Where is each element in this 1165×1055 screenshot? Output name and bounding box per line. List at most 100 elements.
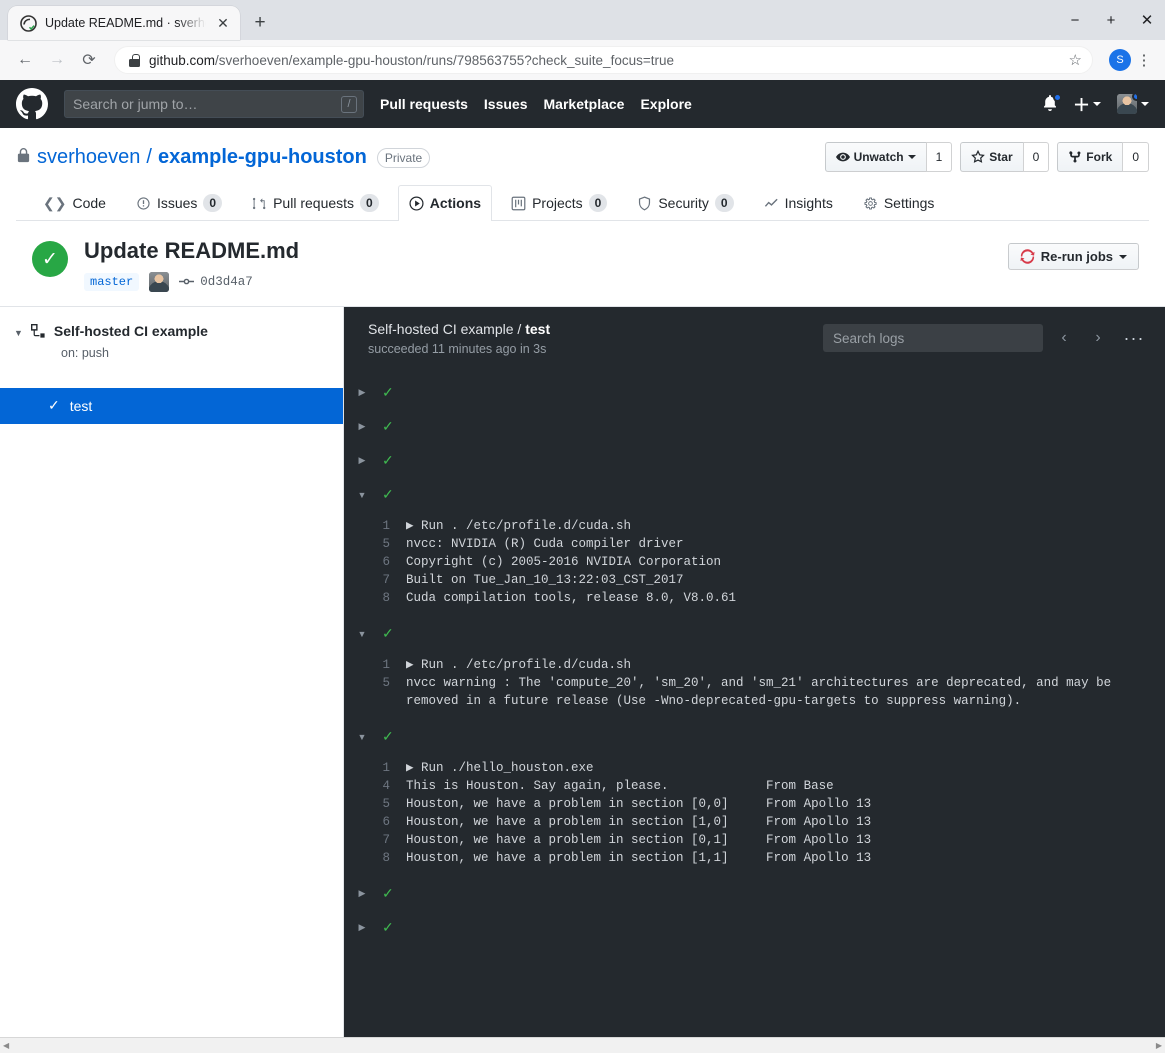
next-match-button[interactable]: › — [1085, 325, 1111, 351]
scroll-right-arrow-icon[interactable]: ▶ — [1156, 1041, 1162, 1050]
tab-issues[interactable]: Issues 0 — [125, 185, 233, 221]
new-tab-button[interactable]: + — [246, 9, 274, 37]
notifications-bell-icon[interactable] — [1042, 93, 1062, 113]
step-toggle-icon[interactable]: ▼ — [356, 732, 368, 742]
repo-name-link[interactable]: example-gpu-houston — [158, 146, 367, 169]
step-status-check-icon: ✓ — [382, 919, 394, 935]
rerun-jobs-button[interactable]: Re-run jobs — [1007, 243, 1139, 270]
tab-settings[interactable]: Settings — [852, 185, 946, 221]
fork-button[interactable]: Fork — [1057, 142, 1123, 172]
star-button-group: Star 0 — [960, 142, 1050, 172]
nav-issues[interactable]: Issues — [484, 96, 528, 112]
browser-tab[interactable]: Update README.md · sverhoe ✕ — [8, 6, 240, 40]
security-count: 0 — [714, 194, 734, 212]
prev-match-button[interactable]: ‹ — [1051, 325, 1077, 351]
browser-menu-icon[interactable]: ⋮ — [1133, 51, 1155, 69]
github-search-box[interactable]: Search or jump to… / — [64, 90, 364, 118]
tab-security[interactable]: Security 0 — [626, 185, 744, 221]
private-lock-icon — [16, 147, 31, 167]
watch-count[interactable]: 1 — [925, 142, 953, 172]
step-row[interactable]: ▶ ✓ — [344, 410, 1165, 444]
step-row[interactable]: ▶ ✓ — [344, 376, 1165, 410]
tab-insights[interactable]: Insights — [753, 185, 844, 221]
tab-code[interactable]: ❮❯ Code — [32, 185, 117, 221]
github-header: Search or jump to… / Pull requests Issue… — [0, 80, 1165, 128]
jobs-sidebar: ▼ Self-hosted CI example on: push ✓ test — [0, 306, 344, 1037]
tab-label: Actions — [429, 195, 482, 211]
nav-marketplace[interactable]: Marketplace — [544, 96, 625, 112]
step-toggle-icon[interactable]: ▶ — [356, 922, 368, 933]
star-button[interactable]: Star — [960, 142, 1023, 172]
step-row[interactable]: ▼ ✓ — [344, 720, 1165, 754]
forward-button[interactable]: → — [42, 45, 72, 75]
step-toggle-icon[interactable]: ▶ — [356, 455, 368, 466]
step-toggle-icon[interactable]: ▶ — [356, 421, 368, 432]
bookmark-star-icon[interactable]: ☆ — [1069, 51, 1082, 69]
close-window-button[interactable]: ✕ — [1129, 0, 1165, 40]
star-count[interactable]: 0 — [1022, 142, 1050, 172]
chevron-down-icon — [1093, 102, 1101, 106]
run-body: ▼ Self-hosted CI example on: push ✓ test — [0, 305, 1165, 1037]
nav-explore[interactable]: Explore — [640, 96, 691, 112]
job-status-check-icon: ✓ — [48, 397, 60, 413]
log-line-number: 5 — [382, 796, 390, 811]
avatar — [1117, 94, 1137, 114]
step-row[interactable]: ▶ ✓ — [344, 877, 1165, 911]
star-label: Star — [989, 150, 1013, 164]
search-logs-input[interactable] — [823, 324, 1043, 352]
log-line-text: Houston, we have a problem in section [0… — [406, 796, 872, 811]
fork-count[interactable]: 0 — [1122, 142, 1149, 172]
step-toggle-icon[interactable]: ▶ — [356, 888, 368, 899]
step-row[interactable]: ▼ ✓ — [344, 478, 1165, 512]
step-status-check-icon: ✓ — [382, 625, 394, 641]
collapse-triangle-icon[interactable]: ▼ — [14, 328, 23, 344]
unwatch-button[interactable]: Unwatch — [824, 142, 926, 172]
github-logo-icon[interactable] — [16, 88, 48, 120]
repo-owner-link[interactable]: sverhoeven — [37, 146, 140, 169]
reload-button[interactable]: ⟳ — [74, 45, 104, 75]
step-log-output: 1 ▶ Run . /etc/profile.d/cuda.sh 5 nvcc: NV… — [344, 512, 1165, 617]
step-toggle-icon[interactable]: ▼ — [356, 629, 368, 639]
step-toggle-icon[interactable]: ▼ — [356, 490, 368, 500]
logs-toolbar: ‹ › ··· — [823, 324, 1149, 352]
job-name: test — [69, 397, 93, 414]
sidebar-job-test[interactable]: ✓ test — [0, 387, 343, 424]
maximize-button[interactable]: + — [1093, 0, 1129, 40]
address-bar[interactable]: github.com/sverhoeven/example-gpu-housto… — [114, 46, 1093, 74]
log-line-number: 6 — [382, 814, 390, 829]
issues-count: 0 — [203, 194, 223, 212]
scroll-left-arrow-icon[interactable]: ◀ — [3, 1041, 9, 1050]
url-path: /sverhoeven/example-gpu-houston/runs/798… — [215, 52, 674, 68]
shield-icon — [637, 195, 652, 211]
repo-nav-tabs: ❮❯ Code Issues 0 Pull requests 0 Actions… — [16, 184, 1149, 221]
step-row[interactable]: ▶ ✓ — [344, 911, 1165, 945]
user-menu[interactable] — [1117, 94, 1149, 114]
step-status-check-icon: ✓ — [382, 384, 394, 400]
create-new-menu[interactable] — [1074, 97, 1101, 112]
step-row[interactable]: ▼ ✓ — [344, 617, 1165, 651]
browser-profile-avatar[interactable]: S — [1109, 49, 1131, 71]
minimize-button[interactable]: − — [1057, 0, 1093, 40]
horizontal-scrollbar[interactable]: ◀ ▶ — [0, 1036, 1165, 1053]
tab-close-icon[interactable]: ✕ — [214, 14, 232, 32]
step-status-check-icon: ✓ — [382, 452, 394, 468]
plus-icon — [1074, 97, 1089, 111]
run-meta: master 0d3d4a7 — [84, 271, 299, 292]
step-toggle-icon[interactable]: ▶ — [356, 387, 368, 398]
log-line-text: ▶ Run ./hello_houston.exe — [406, 760, 594, 775]
browser-window: Update README.md · sverhoe ✕ + − + ✕ ← →… — [0, 0, 1165, 1055]
commit-ref[interactable]: 0d3d4a7 — [179, 274, 253, 289]
tab-actions[interactable]: Actions — [397, 185, 493, 221]
step-row[interactable]: ▶ ✓ — [344, 444, 1165, 478]
logs-more-menu-icon[interactable]: ··· — [1119, 325, 1149, 351]
nav-pull-requests[interactable]: Pull requests — [380, 96, 468, 112]
log-line-number: 4 — [382, 778, 390, 793]
tab-strip: Update README.md · sverhoe ✕ + − + ✕ — [0, 0, 1165, 40]
branch-badge[interactable]: master — [84, 272, 140, 291]
window-controls: − + ✕ — [1057, 0, 1165, 40]
tab-pull-requests[interactable]: Pull requests 0 — [241, 185, 390, 221]
issue-opened-icon — [136, 196, 151, 211]
back-button[interactable]: ← — [10, 45, 40, 75]
workflow-row[interactable]: ▼ Self-hosted CI example — [0, 307, 343, 344]
tab-projects[interactable]: Projects 0 — [500, 185, 618, 221]
